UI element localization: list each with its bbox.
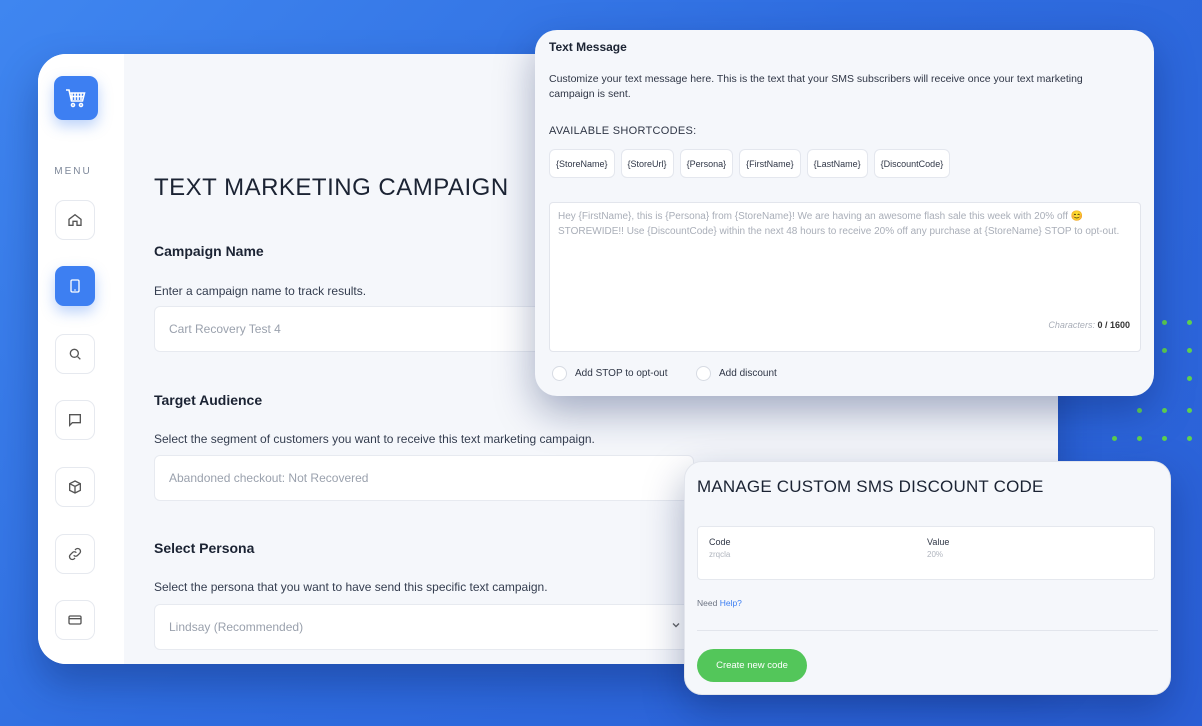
persona-select[interactable]: Lindsay (Recommended) — [154, 604, 694, 650]
text-message-desc: Customize your text message here. This i… — [549, 73, 1083, 100]
dot — [1162, 408, 1167, 413]
campaign-name-desc: Enter a campaign name to track results. — [154, 284, 367, 298]
nav-links[interactable] — [55, 534, 95, 574]
shopping-cart-icon[interactable] — [54, 76, 98, 120]
message-body: Hey {FirstName}, this is {Persona} from … — [558, 211, 1120, 237]
value-cell: 20% — [927, 550, 944, 559]
shortcode-chip[interactable]: {Persona} — [679, 149, 734, 178]
text-message-title: Text Message — [549, 40, 627, 54]
nav-billing[interactable] — [55, 600, 95, 640]
help-prefix: Need — [697, 598, 718, 608]
help-text: Need Help? — [697, 598, 742, 608]
message-textarea[interactable]: Hey {FirstName}, this is {Persona} from … — [549, 202, 1141, 352]
dot — [1187, 408, 1192, 413]
shortcodes-label: AVAILABLE SHORTCODES: — [549, 125, 697, 137]
link-icon — [68, 547, 82, 561]
dot — [1137, 436, 1142, 441]
add-stop-checkbox[interactable] — [552, 366, 567, 381]
home-icon — [68, 213, 82, 226]
target-audience-title: Target Audience — [154, 392, 263, 408]
discount-code-table: Code zrqcla Value 20% — [697, 526, 1155, 580]
shortcode-list: {StoreName} {StoreUrl} {Persona} {FirstN… — [549, 149, 951, 178]
campaign-name-value: Cart Recovery Test 4 — [169, 322, 281, 336]
box-icon — [69, 480, 81, 494]
dot — [1187, 436, 1192, 441]
shortcode-chip[interactable]: {LastName} — [806, 149, 868, 178]
target-audience-value: Abandoned checkout: Not Recovered — [169, 471, 369, 485]
value-column-header: Value — [927, 537, 950, 547]
dot — [1137, 408, 1142, 413]
shortcode-chip[interactable]: {StoreUrl} — [620, 149, 674, 178]
discount-card-title: MANAGE CUSTOM SMS DISCOUNT CODE — [697, 477, 1044, 496]
help-link[interactable]: Help? — [720, 598, 742, 608]
dot — [1162, 320, 1167, 325]
target-audience-select[interactable]: Abandoned checkout: Not Recovered — [154, 455, 694, 501]
select-persona-title: Select Persona — [154, 540, 255, 556]
dot — [1187, 376, 1192, 381]
sidebar: MENU — [38, 54, 124, 664]
chevron-down-icon — [671, 619, 681, 633]
code-column-header: Code — [709, 537, 731, 547]
add-discount-label: Add discount — [719, 368, 777, 379]
chat-icon — [69, 414, 81, 427]
add-stop-option[interactable]: Add STOP to opt-out — [552, 366, 667, 381]
card-icon — [68, 615, 82, 625]
dot — [1162, 436, 1167, 441]
shortcode-chip[interactable]: {FirstName} — [739, 149, 801, 178]
shortcode-chip[interactable]: {DiscountCode} — [873, 149, 951, 178]
divider — [697, 630, 1158, 631]
select-persona-desc: Select the persona that you want to have… — [154, 580, 548, 594]
create-new-code-button[interactable]: Create new code — [697, 649, 807, 682]
nav-home[interactable] — [55, 200, 95, 240]
shortcode-chip[interactable]: {StoreName} — [549, 149, 615, 178]
code-cell: zrqcla — [709, 550, 731, 559]
dot — [1162, 348, 1167, 353]
nav-messages[interactable] — [55, 400, 95, 440]
page-title: TEXT MARKETING CAMPAIGN — [154, 174, 509, 201]
nav-sms-campaigns[interactable] — [55, 266, 95, 306]
character-counter-value: 0 / 1600 — [1097, 320, 1130, 330]
nav-products[interactable] — [55, 467, 95, 507]
add-discount-option[interactable]: Add discount — [696, 366, 777, 381]
target-audience-desc: Select the segment of customers you want… — [154, 432, 595, 446]
add-stop-label: Add STOP to opt-out — [575, 368, 668, 379]
character-counter: Characters: 0 / 1600 — [1048, 318, 1130, 333]
character-counter-label: Characters: — [1048, 320, 1095, 330]
dot — [1112, 436, 1117, 441]
persona-value: Lindsay (Recommended) — [169, 620, 304, 634]
dot — [1187, 320, 1192, 325]
menu-label: MENU — [54, 166, 92, 177]
tablet-icon — [70, 279, 80, 293]
discount-code-card: MANAGE CUSTOM SMS DISCOUNT CODE Code zrq… — [684, 461, 1171, 695]
add-discount-checkbox[interactable] — [696, 366, 711, 381]
dot — [1187, 348, 1192, 353]
text-message-card: Text Message Customize your text message… — [535, 30, 1154, 396]
nav-search[interactable] — [55, 334, 95, 374]
search-icon — [69, 348, 81, 360]
campaign-name-title: Campaign Name — [154, 243, 264, 259]
